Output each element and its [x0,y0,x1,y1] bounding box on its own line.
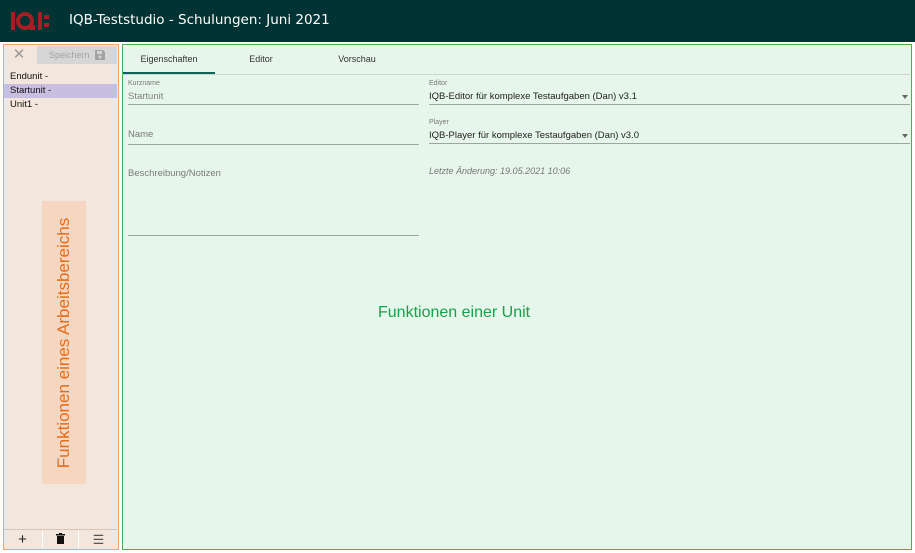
chevron-down-icon[interactable] [902,134,908,138]
field-underline [429,143,910,144]
editor-select[interactable]: Editor IQB-Editor für komplexe Testaufga… [429,80,910,105]
chevron-down-icon[interactable] [902,95,908,99]
unit-annotation-label: Funktionen einer Unit [378,304,531,321]
close-icon[interactable]: ✕ [11,46,27,64]
unit-tabs: Eigenschaften Editor Vorschau [123,45,910,75]
workspace-sidebar: ✕ Speichern Endunit - Startunit - Unit1 … [3,44,119,550]
editor-value: IQB-Editor für komplexe Testaufgaben (Da… [429,91,637,102]
menu-icon[interactable]: ☰ [80,530,117,549]
active-tab-indicator [123,72,215,74]
unit-item-endunit[interactable]: Endunit - [4,70,117,84]
save-button-label: Speichern [48,50,90,60]
field-underline [128,235,419,236]
unit-panel: Eigenschaften Editor Vorschau Kurzname S… [122,44,912,550]
tab-editor[interactable]: Editor [215,45,307,74]
beschreibung-field[interactable]: Beschreibung/Notizen [128,168,419,236]
player-select[interactable]: Player IQB-Player für komplexe Testaufga… [429,119,910,144]
player-label: Player [429,119,449,126]
workspace-annotation-box: Funktionen eines Arbeitsbereichs [42,201,86,484]
iqb-logo[interactable] [11,10,55,32]
field-underline [128,144,419,145]
unit-list: Endunit - Startunit - Unit1 - [4,70,117,112]
kurzname-label: Kurzname [128,80,160,87]
add-icon[interactable]: + [4,530,41,549]
tab-eigenschaften[interactable]: Eigenschaften [123,45,215,74]
last-change-text: Letzte Änderung: 19.05.2021 10:06 [429,166,571,176]
name-field[interactable]: Name [128,129,419,145]
app-header: IQB-Teststudio - Schulungen: Juni 2021 [0,0,915,42]
trash-icon[interactable] [42,530,79,549]
name-placeholder: Name [128,129,154,140]
save-button[interactable]: Speichern [37,46,117,64]
unit-item-startunit[interactable]: Startunit - [4,84,117,98]
player-value: IQB-Player für komplexe Testaufgaben (Da… [429,130,639,141]
tab-vorschau[interactable]: Vorschau [307,45,407,74]
save-icon [95,49,106,60]
kurzname-field[interactable]: Kurzname Startunit [128,80,419,105]
kurzname-value: Startunit [128,91,164,102]
unit-item-unit1[interactable]: Unit1 - [4,98,117,112]
editor-label: Editor [429,80,448,87]
workspace-annotation-label: Funktionen eines Arbeitsbereichs [54,217,73,468]
field-underline [128,104,419,105]
beschreibung-placeholder: Beschreibung/Notizen [128,168,221,179]
app-title: IQB-Teststudio - Schulungen: Juni 2021 [69,12,330,28]
sidebar-toolbar: ✕ Speichern [4,45,117,67]
sidebar-bottom-toolbar: + ☰ [4,529,117,549]
field-underline [429,104,910,105]
